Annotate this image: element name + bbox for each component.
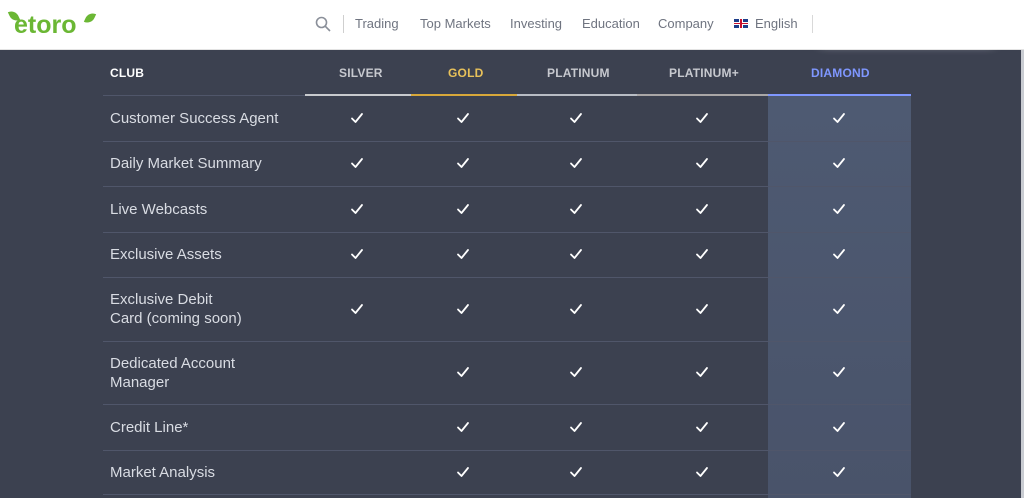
- header-divider: [103, 95, 305, 96]
- check-icon: [456, 156, 470, 170]
- nav-trading[interactable]: Trading: [355, 16, 399, 31]
- row-divider: [103, 404, 911, 405]
- row-label-daily-market-summary: Daily Market Summary: [110, 155, 262, 172]
- row-label-credit-line: Credit Line*: [110, 419, 189, 436]
- row-label-line: Card (coming soon): [110, 310, 242, 327]
- check-icon: [695, 202, 709, 216]
- check-icon: [569, 302, 583, 316]
- check-icon: [569, 365, 583, 379]
- check-icon: [456, 247, 470, 261]
- row-divider: [103, 494, 911, 495]
- check-icon: [350, 111, 364, 125]
- row-label-live-webcasts: Live Webcasts: [110, 201, 208, 218]
- row-label-exclusive-debit-card: Exclusive Debit Card (coming soon): [110, 290, 242, 328]
- row-label-market-analysis: Market Analysis: [110, 464, 216, 481]
- logo-leaf-right-icon: [83, 10, 97, 26]
- check-icon: [456, 302, 470, 316]
- platinum-underline: [517, 94, 637, 96]
- row-divider: [103, 141, 911, 142]
- row-label-line: Exclusive Debit: [110, 291, 213, 308]
- row-label-customer-success-agent: Customer Success Agent: [110, 110, 279, 127]
- check-icon: [350, 302, 364, 316]
- check-icon: [695, 156, 709, 170]
- uk-flag-icon: [734, 19, 748, 28]
- column-header-silver: SILVER: [339, 66, 383, 80]
- check-icon: [832, 302, 846, 316]
- column-header-diamond: DIAMOND: [811, 66, 870, 80]
- diamond-underline: [768, 94, 911, 96]
- check-icon: [569, 202, 583, 216]
- row-divider: [103, 341, 911, 342]
- check-icon: [832, 111, 846, 125]
- search-icon[interactable]: [315, 16, 331, 32]
- check-icon: [569, 111, 583, 125]
- row-divider: [103, 450, 911, 451]
- check-icon: [569, 247, 583, 261]
- check-icon: [832, 202, 846, 216]
- nav-investing[interactable]: Investing: [510, 16, 562, 31]
- check-icon: [569, 465, 583, 479]
- language-selector[interactable]: English: [755, 16, 798, 31]
- check-icon: [695, 365, 709, 379]
- check-icon: [832, 365, 846, 379]
- row-label-dedicated-account-manager: Dedicated Account Manager: [110, 354, 235, 392]
- check-icon: [569, 156, 583, 170]
- column-header-gold: GOLD: [448, 66, 484, 80]
- check-icon: [695, 247, 709, 261]
- check-icon: [350, 247, 364, 261]
- nav-company[interactable]: Company: [658, 16, 714, 31]
- gold-underline: [411, 94, 517, 96]
- check-icon: [695, 465, 709, 479]
- check-icon: [456, 420, 470, 434]
- row-label-line: Manager: [110, 374, 170, 391]
- column-header-platinum: PLATINUM: [547, 66, 610, 80]
- check-icon: [456, 365, 470, 379]
- check-icon: [832, 465, 846, 479]
- check-icon: [695, 111, 709, 125]
- row-label-line: Dedicated Account: [110, 355, 236, 372]
- nav-separator: [343, 15, 344, 33]
- check-icon: [832, 420, 846, 434]
- column-header-club: CLUB: [110, 66, 145, 80]
- check-icon: [832, 156, 846, 170]
- blurred-header-button[interactable]: [822, 10, 992, 38]
- column-header-platinum-plus: PLATINUM+: [669, 66, 739, 80]
- platinum-plus-underline: [637, 94, 768, 96]
- row-divider: [103, 277, 911, 278]
- check-icon: [569, 420, 583, 434]
- logo-text: etoro: [14, 11, 77, 39]
- nav-education[interactable]: Education: [582, 16, 640, 31]
- silver-underline: [305, 94, 411, 96]
- row-label-exclusive-assets: Exclusive Assets: [110, 246, 222, 263]
- top-navigation-bar: etoro Trading Top Markets Investing Educ…: [0, 0, 1024, 50]
- check-icon: [695, 302, 709, 316]
- check-icon: [456, 465, 470, 479]
- nav-separator: [812, 15, 813, 33]
- check-icon: [350, 156, 364, 170]
- check-icon: [456, 202, 470, 216]
- check-icon: [695, 420, 709, 434]
- check-icon: [832, 247, 846, 261]
- row-divider: [103, 186, 911, 187]
- row-divider: [103, 232, 911, 233]
- check-icon: [350, 202, 364, 216]
- check-icon: [456, 111, 470, 125]
- nav-top-markets[interactable]: Top Markets: [420, 16, 491, 31]
